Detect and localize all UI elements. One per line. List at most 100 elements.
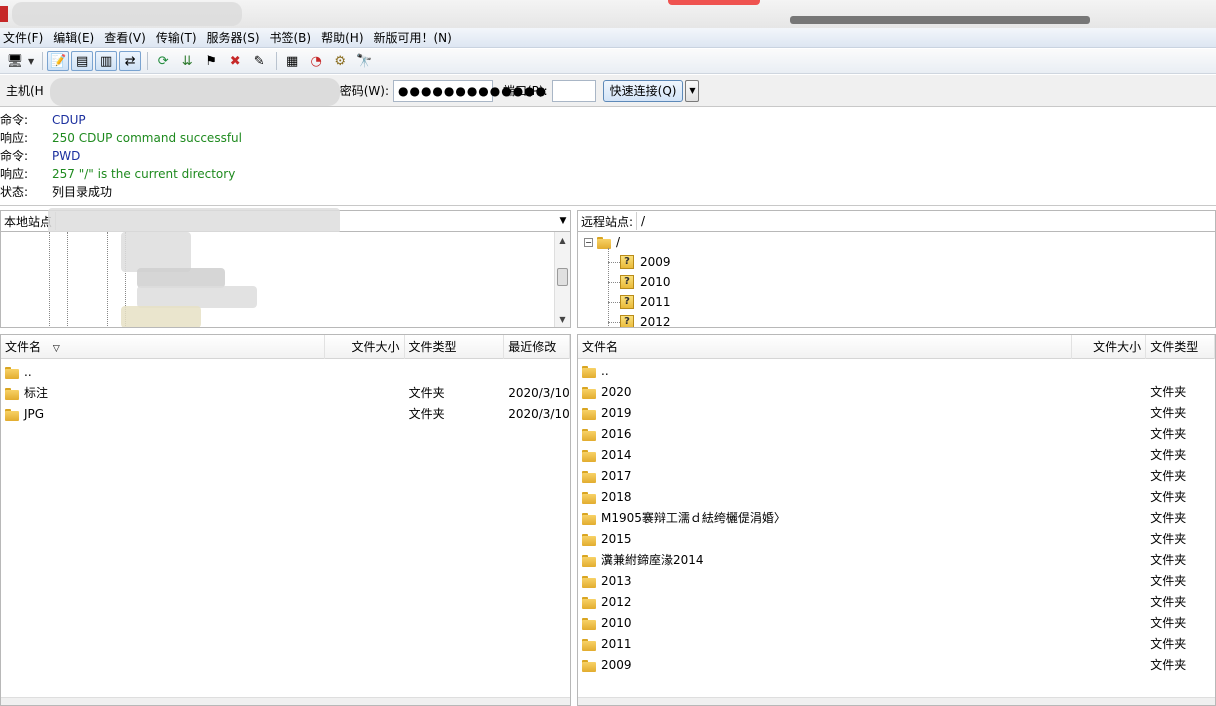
menu-item-3[interactable]: 传输(T) <box>153 29 204 46</box>
remote-col-type[interactable]: 文件类型 <box>1146 335 1215 359</box>
disconnect-icon[interactable]: ✖ <box>224 51 246 71</box>
remote-path-input[interactable]: / <box>636 212 1215 230</box>
file-row[interactable]: 2017 文件夹 <box>578 465 1215 486</box>
file-type: 文件夹 <box>408 386 445 400</box>
toggle-local-tree-icon[interactable]: ▤ <box>71 51 94 71</box>
site-manager-dropdown-icon[interactable]: ▼ <box>28 57 34 66</box>
file-row[interactable]: 2016 文件夹 <box>578 423 1215 444</box>
local-tree-scrollbar[interactable]: ▲ ▼ <box>554 232 570 327</box>
file-name: 瀵兼紨鍗庢湪2014 <box>601 553 704 567</box>
remote-file-list[interactable]: 文件名 文件大小 文件类型 .. 2020 文件夹 2019 文件夹 2016 文件夹 201… <box>577 334 1216 706</box>
local-col-modified[interactable]: 最近修改 <box>504 335 570 359</box>
file-row[interactable]: 2019 文件夹 <box>578 402 1215 423</box>
file-row[interactable]: 2012 文件夹 <box>578 591 1215 612</box>
file-row[interactable]: 2018 文件夹 <box>578 486 1215 507</box>
local-path-dropdown-icon[interactable]: ▼ <box>556 216 570 226</box>
toggle-log-icon[interactable]: 📝 <box>47 51 70 71</box>
remote-col-size[interactable]: 文件大小 <box>1072 335 1147 359</box>
file-name: 2013 <box>601 573 632 588</box>
reconnect-icon[interactable]: ✎ <box>248 51 270 71</box>
file-type: 文件夹 <box>408 407 445 421</box>
tree-node-unknown-folder[interactable]: ? 2012 <box>620 312 671 327</box>
local-col-name[interactable]: 文件名 ▽ <box>1 335 325 359</box>
file-name: 2014 <box>601 447 632 462</box>
local-file-list[interactable]: 文件名 ▽ 文件大小 文件类型 最近修改 .. 标注 文件夹 2020/3/10 JPG… <box>0 334 571 706</box>
log-type: 命令: <box>0 149 29 163</box>
local-col-type[interactable]: 文件类型 <box>405 335 505 359</box>
file-row[interactable]: 瀵兼紨鍗庢湪2014 文件夹 <box>578 549 1215 570</box>
tree-node-unknown-folder[interactable]: ? 2009 <box>620 252 671 272</box>
menu-item-4[interactable]: 服务器(S) <box>204 29 267 46</box>
file-row[interactable]: 2011 文件夹 <box>578 633 1215 654</box>
file-modified: 2020/3/10 <box>508 406 570 421</box>
folder-icon <box>582 385 596 399</box>
tree-guide <box>608 248 609 327</box>
compare-icon[interactable]: ◔ <box>305 51 327 71</box>
sort-indicator-icon: ▽ <box>52 343 60 354</box>
filter-icon[interactable]: ▦ <box>281 51 303 71</box>
folder-icon <box>5 407 19 421</box>
local-list-hscrollbar[interactable] <box>1 697 570 705</box>
scroll-up-icon[interactable]: ▲ <box>555 232 570 248</box>
file-name: 2019 <box>601 405 632 420</box>
file-row[interactable]: M1905褰辩工濡ｄ紶绔欐偍涓婚〉 文件夹 <box>578 507 1215 528</box>
file-row[interactable]: 2014 文件夹 <box>578 444 1215 465</box>
menu-item-0[interactable]: 文件(F) <box>0 29 50 46</box>
menu-item-7[interactable]: 新版可用！(N) <box>371 29 459 46</box>
menu-item-5[interactable]: 书签(B) <box>267 29 319 46</box>
file-row[interactable]: 2015 文件夹 <box>578 528 1215 549</box>
search-icon[interactable]: 🔭 <box>353 51 375 71</box>
toolbar: 🖥 ▼ 📝 ▤ ▥ ⇄ ⟳ ⇊ ⚑ ✖ ✎ ▦ ◔ ⚙ 🔭 <box>0 49 1216 74</box>
log-line: 命令: CDUP <box>0 111 1216 129</box>
redacted-region <box>668 0 760 5</box>
file-row[interactable]: JPG 文件夹 2020/3/10 <box>1 403 570 424</box>
password-field[interactable]: ●●●●●●●●●●●●● <box>393 79 546 102</box>
process-queue-icon[interactable]: ⇊ <box>176 51 198 71</box>
collapse-icon[interactable]: − <box>584 237 593 247</box>
file-type: 文件夹 <box>1150 532 1187 546</box>
local-col-size[interactable]: 文件大小 <box>325 335 405 359</box>
remote-list-hscrollbar[interactable] <box>578 697 1215 705</box>
tree-node-unknown-folder[interactable]: ? 2011 <box>620 292 671 312</box>
remote-col-name[interactable]: 文件名 <box>578 335 1073 359</box>
menu-item-1[interactable]: 编辑(E) <box>50 29 101 46</box>
local-directory-tree[interactable]: ▲ ▼ <box>0 232 571 328</box>
toggle-queue-icon[interactable]: ⇄ <box>119 51 142 71</box>
remote-directory-tree[interactable]: − / ? 2009? 2010? 2011? 2012 <box>577 232 1216 328</box>
file-name: 标注 <box>24 386 49 400</box>
file-row[interactable]: 2009 文件夹 <box>578 654 1215 675</box>
log-line: 响应: 257 "/" is the current directory <box>0 165 1216 183</box>
toolbar-separator <box>276 52 278 70</box>
menu-item-2[interactable]: 查看(V) <box>101 29 153 46</box>
toolbar-separator <box>42 52 44 70</box>
cancel-icon[interactable]: ⚑ <box>200 51 222 71</box>
folder-icon <box>582 616 596 630</box>
folder-icon <box>582 574 596 588</box>
file-row[interactable]: .. <box>1 361 570 382</box>
site-manager-icon[interactable]: 🖥 <box>4 51 26 71</box>
folder-icon <box>582 490 596 504</box>
remote-site-bar: 远程站点: / <box>577 210 1216 232</box>
menu-bar: 文件(F) 编辑(E) 查看(V) 传输(T) 服务器(S) 书签(B) 帮助(H) 新版可用… <box>0 28 1216 48</box>
file-name: M1905褰辩工濡ｄ紶绔欐偍涓婚〉 <box>601 511 786 525</box>
file-row[interactable]: 标注 文件夹 2020/3/10 <box>1 382 570 403</box>
log-line: 命令: PWD <box>0 147 1216 165</box>
log-message: 257 "/" is the current directory <box>52 167 236 181</box>
tree-node-root[interactable]: − / <box>584 232 620 252</box>
file-row[interactable]: 2020 文件夹 <box>578 381 1215 402</box>
file-row[interactable]: 2013 文件夹 <box>578 570 1215 591</box>
tree-node-unknown-folder[interactable]: ? 2010 <box>620 272 671 292</box>
refresh-icon[interactable]: ⟳ <box>152 51 174 71</box>
sync-browse-icon[interactable]: ⚙ <box>329 51 351 71</box>
scroll-down-icon[interactable]: ▼ <box>555 311 570 327</box>
quickconnect-button[interactable]: 快速连接(Q) <box>602 79 684 102</box>
quickconnect-history-dropdown-icon[interactable]: ▼ <box>685 79 700 102</box>
redacted-region <box>121 306 201 327</box>
toggle-remote-tree-icon[interactable]: ▥ <box>95 51 118 71</box>
file-row[interactable]: 2010 文件夹 <box>578 612 1215 633</box>
file-row[interactable]: .. <box>578 360 1215 381</box>
menu-item-6[interactable]: 帮助(H) <box>318 29 370 46</box>
port-field[interactable] <box>551 79 596 102</box>
scroll-thumb[interactable] <box>557 268 568 286</box>
file-name: 2012 <box>601 594 632 609</box>
